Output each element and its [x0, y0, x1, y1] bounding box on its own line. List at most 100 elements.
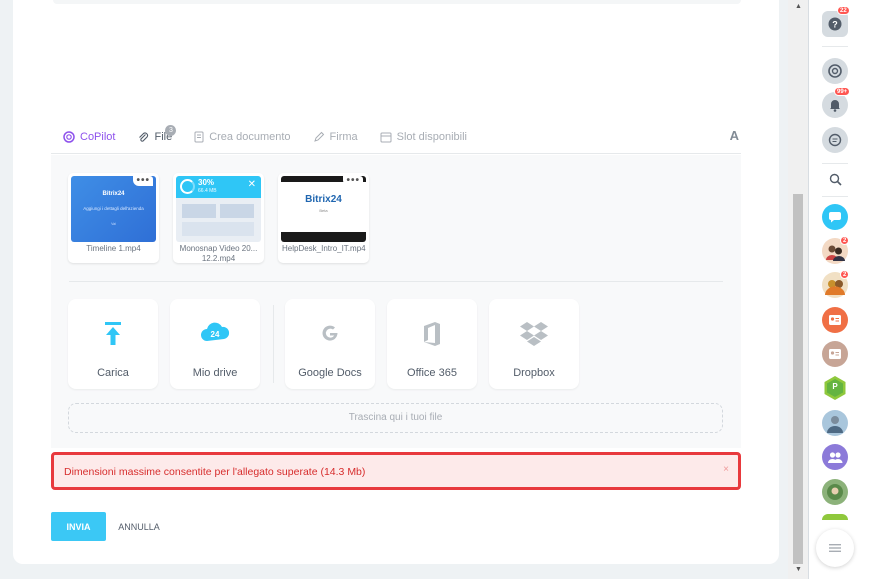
source-label: Carica [97, 367, 129, 379]
preview-small: Beta [319, 208, 328, 213]
divider [822, 163, 848, 164]
video-preview: 30% 66.4 MB ✕ [176, 176, 261, 242]
preview-title: Bitrix24 [102, 191, 125, 197]
notifications-badge: 99+ [834, 87, 851, 96]
upload-source-google-docs[interactable]: Google Docs [285, 299, 375, 389]
contact-card-icon [829, 349, 841, 359]
scroll-up-arrow-icon[interactable]: ▲ [795, 3, 802, 10]
dropbox-icon [489, 321, 579, 351]
file-count-badge: 3 [165, 124, 177, 136]
divider [273, 305, 274, 383]
users-group-button[interactable] [822, 444, 848, 470]
chat-button[interactable] [822, 127, 848, 153]
right-sidebar: ? 22 99+ 2 2 P [808, 0, 872, 579]
source-label: Office 365 [407, 367, 457, 379]
help-badge: 22 [837, 6, 850, 15]
search-icon [829, 173, 842, 186]
attachment-item[interactable]: Bitrix24 Beta ••• HelpDesk_Intro_IT.mp4 [278, 173, 369, 263]
paperclip-icon [137, 131, 149, 143]
copilot-label: CoPilot [80, 130, 116, 143]
more-options-icon[interactable]: ••• [343, 176, 363, 186]
office-icon [387, 321, 477, 351]
copilot-swirl-icon [828, 64, 842, 78]
hamburger-icon [829, 544, 841, 552]
cloud-24-icon: 24 [170, 321, 260, 351]
cancel-button[interactable]: ANNULLA [114, 512, 164, 541]
attachment-name: HelpDesk_Intro_IT.mp4 [282, 244, 366, 253]
scroll-down-arrow-icon[interactable]: ▼ [795, 566, 802, 573]
user-avatar-icon [827, 484, 843, 500]
send-button[interactable]: INVIA [51, 512, 106, 541]
user-avatar-icon [827, 416, 843, 433]
avatar[interactable] [822, 410, 848, 436]
help-icon: ? [828, 17, 842, 31]
source-label: Google Docs [298, 367, 362, 379]
avatar[interactable] [822, 479, 848, 505]
error-alert: Dimensioni massime consentite per l'alle… [51, 452, 741, 490]
preview-canvas [281, 182, 366, 232]
copilot-button[interactable]: CoPilot [63, 131, 115, 143]
attachment-item-uploading[interactable]: 30% 66.4 MB ✕ Monosnap Video 20... 12.2.… [173, 173, 264, 263]
sign-button[interactable]: Firma [313, 131, 358, 143]
file-button[interactable]: File 3 [137, 124, 177, 143]
attachment-item[interactable]: Bitrix24 Aggiungi i dettagli dell'aziend… [68, 173, 159, 263]
attachment-panel: Bitrix24 Aggiungi i dettagli dell'aziend… [51, 155, 741, 448]
slots-button[interactable]: Slot disponibili [380, 131, 467, 143]
upload-source-mio-drive[interactable]: 24 Mio drive [170, 299, 260, 389]
google-icon [285, 321, 375, 351]
sign-label: Firma [329, 130, 358, 143]
close-icon[interactable]: × [723, 464, 729, 475]
source-label: Dropbox [513, 367, 555, 379]
menu-button[interactable] [816, 529, 854, 567]
contact-card-button[interactable] [822, 341, 848, 367]
upload-source-office-365[interactable]: Office 365 [387, 299, 477, 389]
scrollbar-thumb[interactable] [793, 194, 803, 564]
search-button[interactable] [822, 166, 848, 192]
preview-block [182, 204, 216, 218]
open-channels-button[interactable] [822, 204, 848, 230]
preview-logo: Bitrix24 [305, 194, 342, 205]
avatar-partial [822, 514, 848, 520]
contact-card-icon [829, 315, 841, 325]
svg-text:?: ? [832, 20, 838, 30]
text-format-button[interactable]: A [730, 128, 739, 143]
users-icon [828, 452, 843, 463]
document-icon [194, 131, 204, 143]
source-label: Mio drive [192, 367, 238, 379]
preview-block [220, 204, 254, 218]
divider [822, 196, 848, 197]
upload-icon [68, 321, 158, 351]
preview-block [182, 222, 254, 236]
group-button[interactable]: P [822, 375, 848, 401]
message-icon [829, 212, 841, 223]
cancel-upload-icon[interactable]: ✕ [248, 179, 256, 190]
chat-icon [828, 133, 842, 147]
copilot-chat-button[interactable] [822, 58, 848, 84]
create-document-label: Crea documento [209, 130, 291, 143]
pen-icon [313, 131, 325, 143]
attachment-name: Monosnap Video 20... 12.2.mp4 [179, 244, 258, 263]
upload-source-dropbox[interactable]: Dropbox [489, 299, 579, 389]
avatar[interactable]: 2 [822, 270, 850, 298]
group-letter: P [832, 382, 838, 391]
slots-label: Slot disponibili [396, 130, 467, 143]
error-message: Dimensioni massime consentite per l'alle… [64, 466, 366, 478]
upload-source-carica[interactable]: Carica [68, 299, 158, 389]
divider [69, 281, 723, 282]
file-dropzone[interactable]: Trascina qui i tuoi file [68, 403, 723, 433]
page-scrollbar[interactable]: ▲ ▼ [788, 0, 808, 579]
upload-percent: 30% [198, 178, 215, 187]
upload-size: 66.4 MB [198, 188, 217, 194]
contact-card-button[interactable] [822, 307, 848, 333]
help-button[interactable]: ? 22 [822, 6, 850, 37]
bell-icon [830, 100, 840, 112]
avatar-badge: 2 [840, 270, 850, 279]
more-options-icon[interactable]: ••• [133, 176, 153, 186]
notifications-button[interactable]: 99+ [822, 87, 851, 118]
create-document-button[interactable]: Crea documento [194, 130, 291, 143]
avatar[interactable]: 2 [822, 236, 850, 264]
preview-text: Aggiungi i dettagli dell'azienda [83, 206, 144, 211]
preview-small: Vai [111, 222, 116, 226]
calendar-icon [380, 131, 392, 143]
avatar-badge: 2 [840, 236, 850, 245]
